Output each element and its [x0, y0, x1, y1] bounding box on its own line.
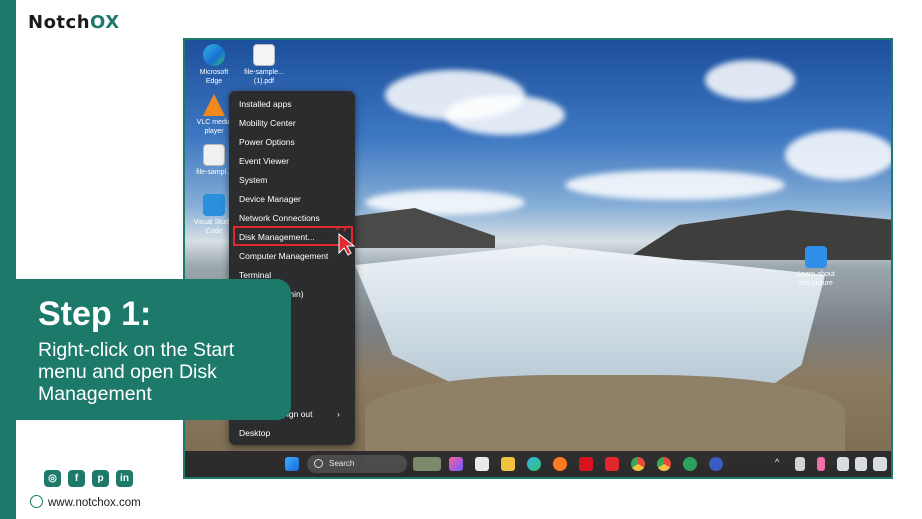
microphone-icon[interactable] [817, 457, 825, 471]
instagram-icon[interactable]: ◎ [44, 470, 61, 487]
start-windows-icon[interactable] [285, 457, 299, 471]
step-title: Step 1: [38, 295, 152, 333]
whatsapp-icon[interactable] [683, 457, 697, 471]
taskbar-search[interactable]: Search [307, 455, 407, 473]
pdf-file-icon [253, 44, 275, 66]
menu-item-computer-management[interactable]: Computer Management [239, 251, 328, 261]
volume-icon[interactable] [855, 457, 867, 471]
file-explorer-icon[interactable] [501, 457, 515, 471]
social-links: ◎ f p in [44, 470, 133, 487]
menu-item-installed-apps[interactable]: Installed apps [239, 99, 291, 109]
linkedin-icon[interactable]: in [116, 470, 133, 487]
accent-stripe [0, 0, 16, 519]
cloud-icon[interactable] [795, 457, 805, 471]
desktop-icon-label: VLC media player [196, 119, 232, 135]
notchox-logo: NotchOX [28, 12, 120, 33]
app-l-icon[interactable] [605, 457, 619, 471]
website-text: www.notchox.com [48, 497, 141, 509]
desktop-icon-edge[interactable]: Microsoft Edge [193, 44, 235, 86]
desktop-icon-learn-about-picture[interactable]: Learn about this picture [795, 246, 837, 288]
copilot-icon[interactable] [449, 457, 463, 471]
edge-taskbar-icon[interactable] [527, 457, 541, 471]
edge-icon [203, 44, 225, 66]
vlc-icon [203, 94, 225, 116]
chrome-icon[interactable] [631, 457, 645, 471]
menu-item-power-options[interactable]: Power Options [239, 137, 295, 147]
windows-taskbar: Search ^ [185, 451, 891, 477]
menu-item-mobility-center[interactable]: Mobility Center [239, 118, 296, 128]
menu-item-sign-out[interactable]: ign out [287, 409, 313, 419]
logo-text-x: X [105, 12, 120, 33]
desktop-icon-label: Microsoft Edge [199, 69, 229, 85]
firefox-icon[interactable] [553, 457, 567, 471]
search-placeholder: Search [329, 459, 355, 468]
pinterest-icon[interactable]: p [92, 470, 109, 487]
wifi-icon[interactable] [837, 457, 849, 471]
website-link[interactable]: www.notchox.com [30, 495, 141, 509]
mountain-right [625, 210, 891, 260]
menu-item-system[interactable]: System [239, 175, 267, 185]
vscode-icon [203, 194, 225, 216]
file-icon [203, 144, 225, 166]
widgets-icon[interactable] [413, 457, 441, 471]
step-description: Right-click on the Start menu and open D… [38, 339, 235, 405]
tutorial-slide: NotchOX Microsoft Edge file-sample... (1… [0, 0, 922, 519]
menu-item-device-manager[interactable]: Device Manager [239, 194, 301, 204]
search-icon [314, 459, 323, 468]
windows-desktop-screenshot: Microsoft Edge file-sample... (1).pdf VL… [183, 38, 893, 479]
app-circle-icon[interactable] [709, 457, 723, 471]
step-card: Step 1: Right-click on the Start menu an… [16, 279, 291, 420]
desktop-icon-label: file-sample... (1).pdf [244, 69, 284, 85]
chevron-right-icon: › [337, 409, 340, 419]
desktop-icon-label: file-sampl... [196, 169, 232, 176]
desktop-icon-pdf[interactable]: file-sample... (1).pdf [243, 44, 285, 86]
logo-text: Notch [28, 12, 91, 33]
menu-item-event-viewer[interactable]: Event Viewer [239, 156, 289, 166]
menu-item-desktop[interactable]: Desktop [239, 428, 270, 438]
logo-text-o: O [90, 12, 106, 33]
netflix-icon[interactable] [579, 457, 593, 471]
info-icon [805, 246, 827, 268]
chevron-up-icon[interactable]: ^ [775, 457, 783, 471]
battery-icon[interactable] [873, 457, 887, 471]
store-icon[interactable] [475, 457, 489, 471]
mouse-pointer-icon [335, 228, 356, 256]
facebook-icon[interactable]: f [68, 470, 85, 487]
globe-icon [30, 495, 43, 508]
menu-item-network-connections[interactable]: Network Connections [239, 213, 320, 223]
chrome-profile-icon[interactable] [657, 457, 671, 471]
desktop-icon-label: Learn about this picture [797, 271, 835, 287]
